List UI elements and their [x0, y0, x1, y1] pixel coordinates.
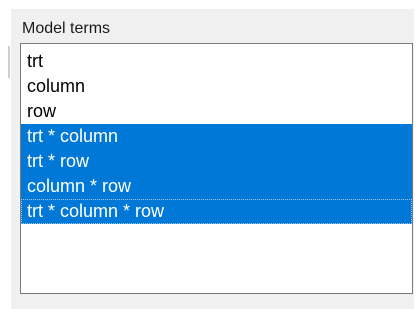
- term-item-column[interactable]: column: [21, 74, 412, 99]
- term-item-trt-column-row[interactable]: trt * column * row: [21, 199, 412, 224]
- model-terms-label: Model terms: [22, 20, 111, 37]
- model-terms-listbox[interactable]: trt column row trt * column trt * row co…: [20, 43, 413, 294]
- term-item-trt[interactable]: trt: [21, 49, 412, 74]
- term-item-trt-column[interactable]: trt * column: [21, 124, 412, 149]
- model-terms-list: trt column row trt * column trt * row co…: [21, 49, 412, 224]
- splitter-edge: [8, 46, 10, 78]
- term-item-column-row[interactable]: column * row: [21, 174, 412, 199]
- term-item-row[interactable]: row: [21, 99, 412, 124]
- term-item-trt-row[interactable]: trt * row: [21, 149, 412, 174]
